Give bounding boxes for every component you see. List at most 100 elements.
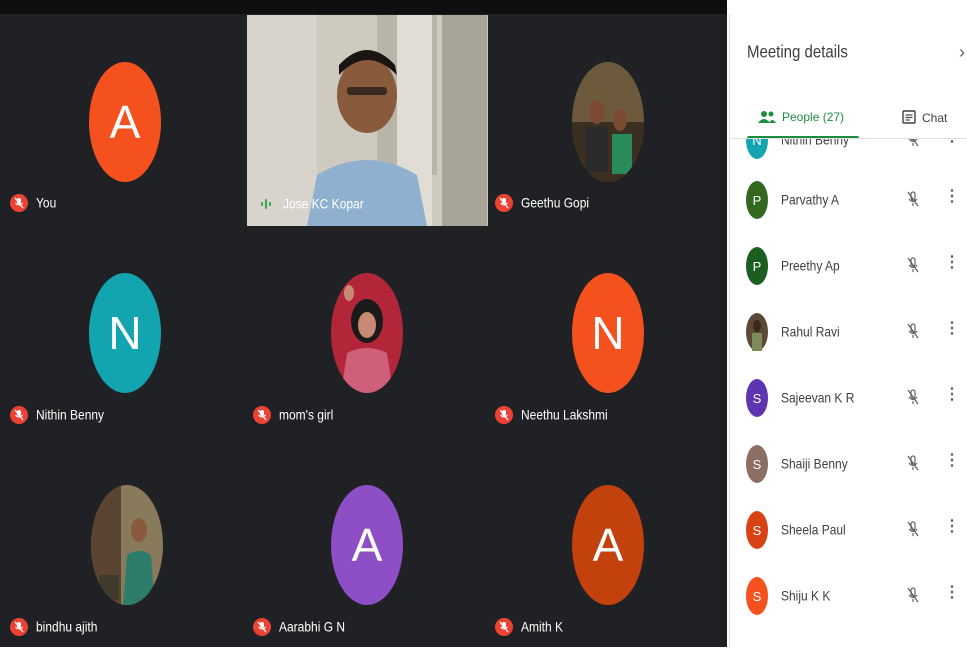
participant-name: Neethu Lakshmi — [521, 406, 608, 424]
name-row: Jose KC Kopar — [257, 195, 364, 213]
participant-name: Nithin Benny — [36, 406, 105, 424]
more-vert-icon[interactable]: ⋮ — [944, 139, 960, 145]
person-name: Nithin Benny — [781, 139, 850, 149]
mic-off-icon — [906, 388, 920, 411]
more-vert-icon[interactable]: ⋮ — [944, 387, 960, 403]
list-item[interactable]: S Sajeevan K R ⋮ — [730, 367, 967, 433]
participant-name: Geethu Gopi — [521, 194, 590, 212]
person-name: Sheela Paul — [781, 521, 846, 539]
avatar: P — [746, 247, 768, 285]
mic-off-icon — [495, 618, 513, 636]
participant-name: Amith K — [521, 618, 564, 636]
mic-off-icon — [10, 406, 28, 424]
avatar: A — [89, 62, 161, 182]
participant-name: bindhu ajith — [36, 618, 98, 636]
avatar — [331, 273, 403, 393]
mic-off-icon — [906, 454, 920, 477]
person-name: Rahul Ravi — [781, 323, 840, 341]
participant-grid: A You Jose KC Kopar Geethu Gopi N Nithin… — [0, 14, 727, 647]
name-row: Neethu Lakshmi — [495, 406, 608, 424]
list-item[interactable]: S Shiju K K ⋮ — [730, 565, 967, 631]
name-row: Amith K — [495, 618, 563, 636]
participant-tile[interactable]: N Nithin Benny — [0, 226, 241, 437]
list-item[interactable]: P Parvathy A ⋮ — [730, 169, 967, 235]
avatar-photo — [572, 62, 644, 182]
name-row: mom's girl — [253, 406, 333, 424]
avatar: S — [746, 511, 768, 549]
chat-icon — [902, 110, 916, 124]
participant-name: Aarabhi G N — [279, 618, 346, 636]
avatar: N — [572, 273, 644, 393]
mic-off-icon — [906, 139, 920, 153]
meeting-details-panel: Meeting details › People (27) Chat N Nit… — [729, 14, 967, 647]
mic-off-icon — [906, 190, 920, 213]
panel-title: Meeting details — [747, 42, 848, 63]
person-name: Sajeevan K R — [781, 389, 855, 407]
list-item[interactable]: Rahul Ravi ⋮ — [730, 301, 967, 367]
avatar: P — [746, 181, 768, 219]
more-vert-icon[interactable]: ⋮ — [944, 585, 960, 601]
audio-level-icon — [257, 195, 275, 213]
mic-off-icon — [906, 586, 920, 609]
participant-tile[interactable]: Geethu Gopi — [488, 14, 729, 225]
close-icon[interactable]: › — [959, 42, 965, 63]
participant-name: You — [36, 194, 57, 212]
avatar-initial: A — [351, 519, 383, 571]
mic-off-icon — [906, 322, 920, 345]
avatar — [91, 485, 163, 605]
name-row: You — [10, 194, 56, 212]
avatar: S — [746, 577, 768, 615]
list-item[interactable]: P Preethy Ap ⋮ — [730, 235, 967, 301]
more-vert-icon[interactable]: ⋮ — [944, 255, 960, 271]
avatar: N — [746, 139, 768, 159]
mic-off-icon — [495, 406, 513, 424]
mic-off-icon — [253, 406, 271, 424]
avatar — [746, 313, 768, 351]
more-vert-icon[interactable]: ⋮ — [944, 189, 960, 205]
avatar: S — [746, 445, 768, 483]
tab-chat[interactable]: Chat — [902, 110, 947, 126]
person-name: Shiju K K — [781, 587, 831, 605]
name-row: Aarabhi G N — [253, 618, 345, 636]
participant-tile[interactable]: mom's girl — [247, 226, 488, 437]
avatar-initial: A — [109, 96, 141, 148]
tab-label: Chat — [922, 111, 948, 125]
avatar: S — [746, 379, 768, 417]
more-vert-icon[interactable]: ⋮ — [944, 321, 960, 337]
tab-people[interactable]: People (27) — [758, 110, 844, 124]
video-feed[interactable]: Jose KC Kopar — [247, 15, 488, 226]
mic-off-icon — [253, 618, 271, 636]
avatar: N — [89, 273, 161, 393]
mic-off-icon — [906, 256, 920, 279]
more-vert-icon[interactable]: ⋮ — [944, 453, 960, 469]
more-vert-icon[interactable]: ⋮ — [944, 519, 960, 535]
avatar: A — [572, 485, 644, 605]
person-name: Parvathy A — [781, 191, 840, 209]
top-strip-dark — [0, 0, 727, 14]
avatar-photo — [91, 485, 163, 605]
participant-name: Jose KC Kopar — [283, 195, 364, 213]
mic-off-icon — [906, 520, 920, 543]
avatar — [572, 62, 644, 182]
participant-tile[interactable]: A Aarabhi G N — [247, 438, 488, 649]
list-item[interactable]: S Sheela Paul ⋮ — [730, 499, 967, 565]
people-icon — [758, 111, 776, 123]
list-item[interactable]: S Shaiji Benny ⋮ — [730, 433, 967, 499]
mic-off-icon — [10, 618, 28, 636]
participant-tile[interactable]: bindhu ajith — [0, 438, 241, 649]
avatar-initial: A — [592, 519, 624, 571]
participant-tile[interactable]: N Neethu Lakshmi — [488, 226, 729, 437]
tab-label: People (27) — [782, 110, 845, 124]
avatar: A — [331, 485, 403, 605]
mic-off-icon — [495, 194, 513, 212]
name-row: Geethu Gopi — [495, 194, 589, 212]
participant-tile[interactable]: A You — [0, 14, 241, 225]
avatar-photo — [752, 320, 762, 351]
participant-tile[interactable]: A Amith K — [488, 438, 729, 649]
person-name: Shaiji Benny — [781, 455, 848, 473]
participant-name: mom's girl — [279, 406, 334, 424]
mic-off-icon — [10, 194, 28, 212]
person-name: Preethy Ap — [781, 257, 840, 275]
people-list: N Nithin Benny ⋮ P Parvathy A ⋮ P Preeth… — [730, 139, 967, 647]
avatar-initial: N — [591, 307, 625, 359]
